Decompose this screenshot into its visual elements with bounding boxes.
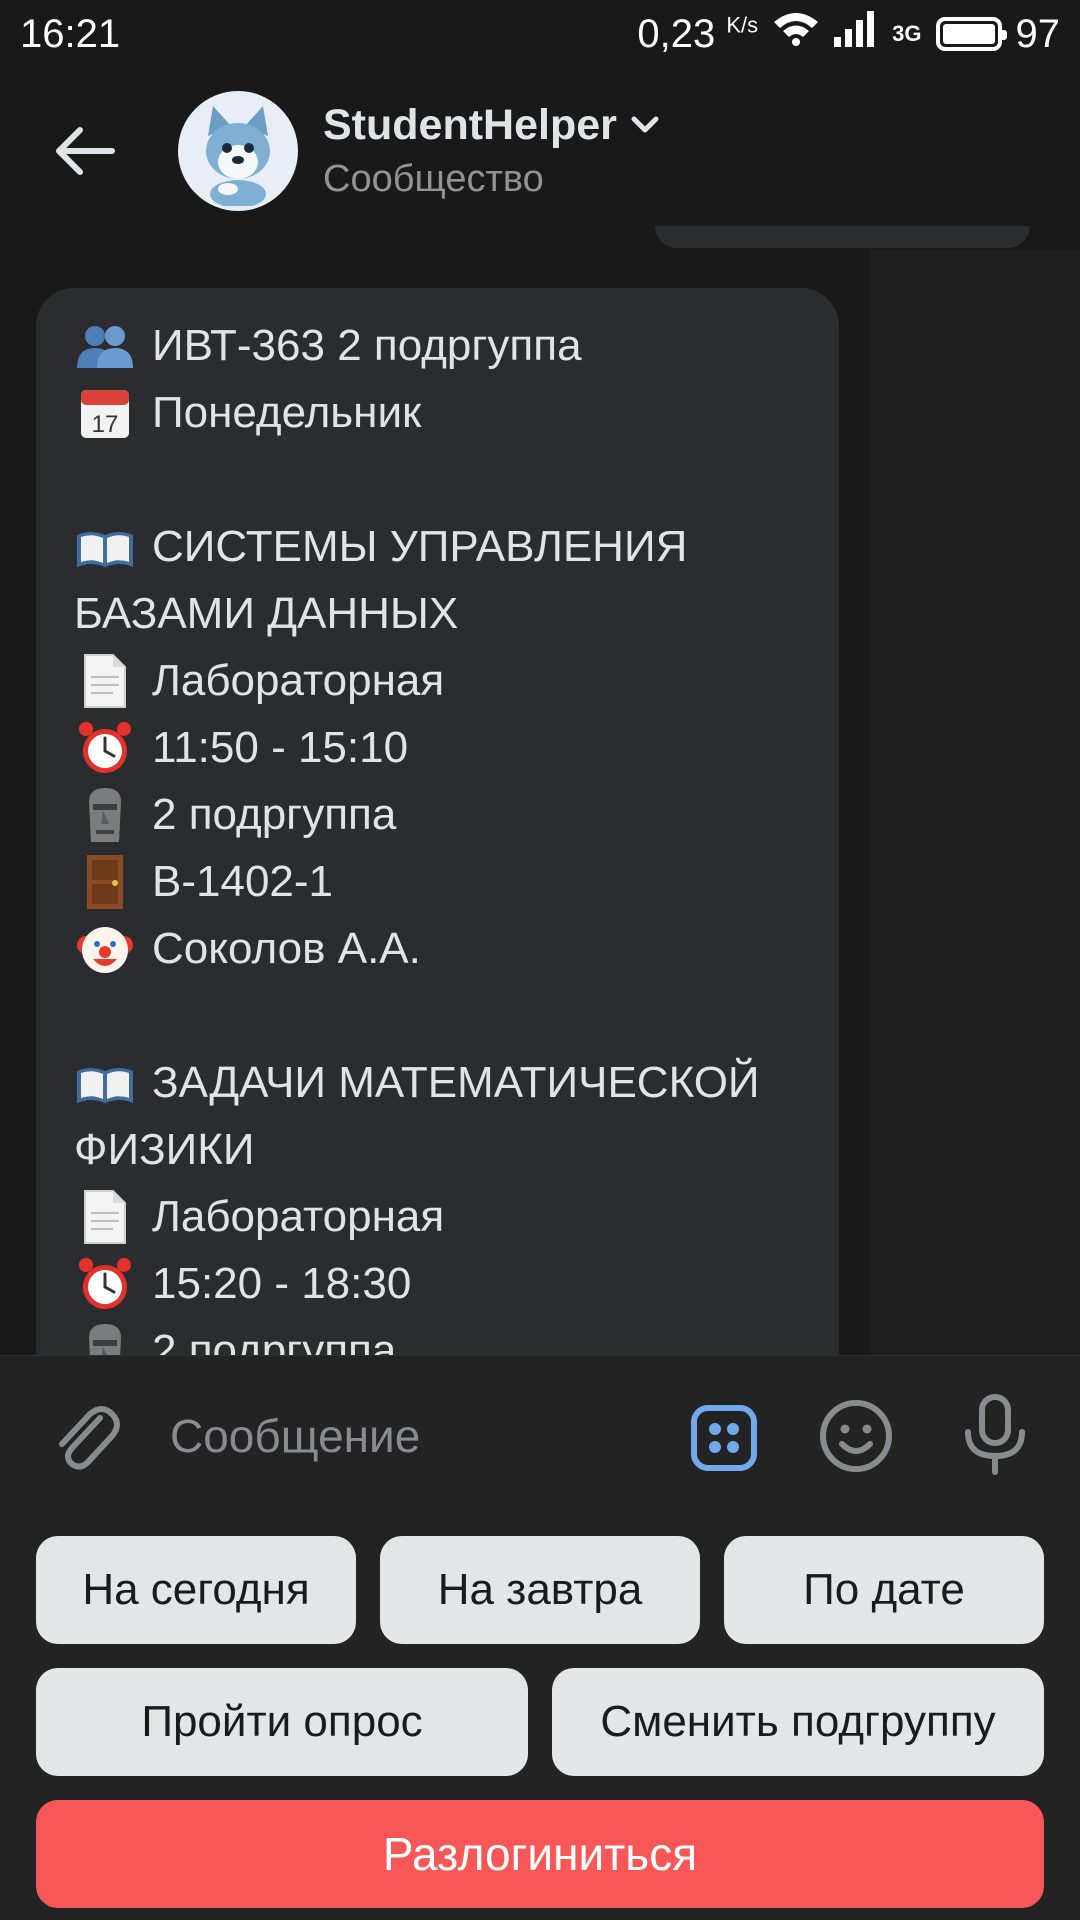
today-button[interactable]: На сегодня [36,1536,356,1644]
network-speed: 0,23 K/s [637,11,759,56]
husky-mascot-icon [183,95,293,206]
svg-text:17: 17 [92,411,119,438]
chevron-down-icon [631,116,659,133]
paperclip-icon [59,1406,120,1470]
open-book-icon [74,1057,136,1113]
avatar[interactable] [178,90,298,211]
moai-icon [74,787,136,843]
chat-header: StudentHelper Сообщество [0,68,1080,233]
lesson-1-type: Лабораторная [74,647,801,714]
calendar-icon: 17 [74,385,136,441]
lesson-2-type: Лабораторная [74,1183,801,1250]
open-book-icon [74,521,136,577]
arrow-left-icon [56,126,115,175]
back-button[interactable] [40,106,130,196]
attach-button[interactable] [50,1396,120,1471]
lesson-1-teacher: Соколов А.А. [74,915,801,982]
message-input-row [0,1356,1080,1506]
emoji-button[interactable] [818,1398,894,1474]
status-icons: 0,23 K/s 3G 97 [637,10,1060,58]
previous-message-bubble [655,226,1030,248]
status-time: 16:21 [20,11,121,56]
bot-keyboard-icon [691,1405,757,1471]
tomorrow-button[interactable]: На завтра [380,1536,700,1644]
signal-icon [834,11,878,57]
by-date-button[interactable]: По дате [724,1536,1044,1644]
smile-icon [820,1400,892,1472]
group-name: ИВТ-363 2 подргуппа [152,321,582,370]
status-bar: 16:21 0,23 K/s 3G 97 [0,0,1080,68]
lesson-2-subject: ЗАДАЧИ МАТЕМАТИЧЕСКОЙ ФИЗИКИ [74,1057,760,1174]
message-input[interactable] [170,1401,650,1471]
message-bubble[interactable]: ИВТ-363 2 подргуппа 17 Понедельник СИСТЕ… [36,288,839,1388]
logout-button[interactable]: Разлогиниться [36,1800,1044,1908]
lesson-2-time: 15:20 - 18:30 [74,1250,801,1317]
document-icon [74,653,136,709]
day-name: Понедельник [152,388,422,437]
chat-title: StudentHelper [323,100,617,149]
voice-message-button[interactable] [960,1394,1030,1476]
battery-icon [935,17,1007,51]
people-icon [74,318,136,374]
alarm-clock-icon [74,720,136,776]
change-subgroup-button[interactable]: Сменить подгруппу [552,1668,1044,1776]
survey-button[interactable]: Пройти опрос [36,1668,528,1776]
network-type: 3G [892,21,922,46]
chat-title-block[interactable]: StudentHelper Сообщество [323,101,659,201]
chat-subtitle: Сообщество [323,157,544,200]
screen: 16:21 0,23 K/s 3G 97 StudentHelper Сообщ… [0,0,1080,1920]
microphone-icon [965,1394,1025,1475]
wifi-icon [772,10,820,58]
lesson-1-subject: СИСТЕМЫ УПРАВЛЕНИЯ БАЗАМИ ДАННЫХ [74,521,688,638]
alarm-clock-icon [74,1256,136,1312]
battery-level: 97 [1015,11,1061,56]
clown-face-icon [74,921,136,977]
lesson-1-subgroup: 2 подргуппа [74,781,801,848]
lesson-1-time: 11:50 - 15:10 [74,714,801,781]
bot-keyboard-toggle-button[interactable] [690,1404,758,1472]
message-line-day: 17 Понедельник [74,379,801,446]
lesson-1-room: В-1402-1 [74,848,801,915]
message-line-group: ИВТ-363 2 подргуппа [74,312,801,379]
document-icon [74,1189,136,1245]
chat-background-shade [870,250,1080,1360]
door-icon [74,854,136,910]
